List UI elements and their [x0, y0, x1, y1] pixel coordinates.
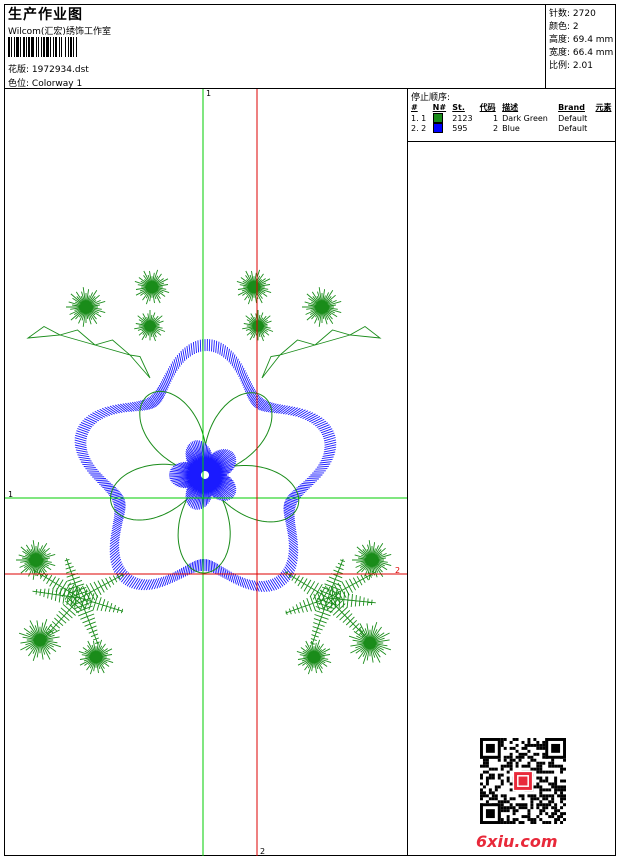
- panel-divider: [407, 88, 408, 856]
- stat-height: 高度: 69.4 mm: [549, 35, 614, 45]
- row-element: [593, 113, 616, 123]
- stops-table: # N# St. 代码 描述 Brand 元素 1. 1 2123 1 Dark…: [409, 102, 616, 133]
- col-element: 元素: [595, 103, 612, 112]
- stat-colors: 颜色: 2: [549, 22, 579, 32]
- swatch-green: [432, 113, 443, 123]
- colorway-label: 色位:: [8, 79, 30, 89]
- axis-right-label: 2: [395, 566, 401, 575]
- page-title: 生产作业图: [8, 7, 83, 23]
- watermark-logo: 6xiu.com: [476, 832, 558, 851]
- col-needle: N#: [432, 103, 447, 112]
- row-element: [593, 123, 616, 133]
- table-row: 2. 2 595 2 Blue Default: [409, 123, 616, 133]
- stat-width: 宽度: 66.4 mm: [549, 48, 614, 58]
- col-stitches: St.: [452, 103, 465, 112]
- design-file: 1972934.dst: [31, 65, 89, 75]
- design-file-row: 花版: 1972934.dst: [8, 62, 89, 75]
- row-code: 2: [493, 123, 499, 133]
- stat-stitches: 针数: 2720: [549, 9, 596, 19]
- col-index: #: [411, 103, 418, 112]
- colorway-value: Colorway 1: [31, 79, 83, 89]
- table-row: 1. 1 2123 1 Dark Green Default: [409, 113, 616, 123]
- row-brand: Default: [558, 113, 588, 123]
- stats-divider: [545, 4, 546, 88]
- row-brand: Default: [558, 123, 588, 133]
- col-description: 描述: [502, 103, 519, 112]
- row-code: 1: [493, 113, 499, 123]
- col-code: 代码: [479, 103, 496, 112]
- row-stitches: 595: [452, 123, 468, 133]
- stat-scale: 比例: 2.01: [549, 61, 593, 71]
- barcode: [8, 37, 140, 57]
- color-swatch: [431, 123, 451, 133]
- stops-header-row: # N# St. 代码 描述 Brand 元素: [409, 102, 616, 113]
- axis-bottom-label: 2: [260, 847, 266, 856]
- qr-code: [480, 738, 566, 824]
- swatch-blue: [432, 123, 443, 133]
- studio-name: Wilcom(汇宏)绣饰工作室: [8, 27, 111, 37]
- row-index: 2. 2: [411, 123, 427, 133]
- axis-top-label: 1: [206, 89, 212, 98]
- design-file-label: 花版:: [8, 65, 30, 75]
- axis-left-label: 1: [8, 490, 14, 499]
- colorway-row: 色位: Colorway 1: [8, 76, 82, 89]
- col-brand: Brand: [558, 103, 585, 112]
- row-index: 1. 1: [411, 113, 427, 123]
- color-swatch: [431, 113, 451, 123]
- row-stitches: 2123: [452, 113, 473, 123]
- header-divider: [4, 88, 616, 89]
- row-description: Blue: [502, 123, 520, 133]
- row-description: Dark Green: [502, 113, 548, 123]
- stops-table-divider: [407, 141, 616, 142]
